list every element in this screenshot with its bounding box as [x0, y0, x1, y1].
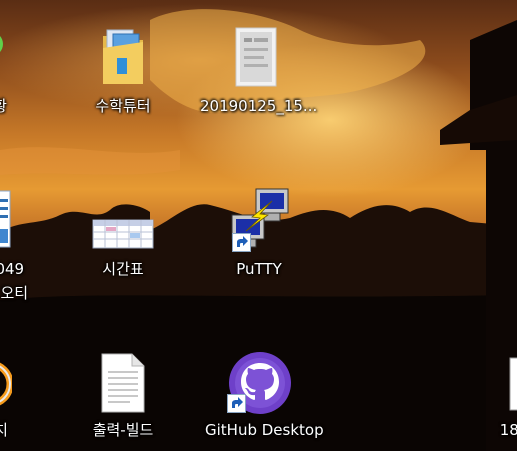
overwatch-icon: [0, 362, 12, 406]
desktop-icon-text-file[interactable]: 출력-빌드: [68, 350, 178, 450]
desktop-icon-file[interactable]: 181(: [462, 350, 517, 450]
desktop-icon-github[interactable]: GitHub Desktop: [205, 350, 324, 450]
icon-label: PuTTY: [236, 260, 282, 278]
file-icon: [509, 357, 517, 411]
desktop-icon-overwatch[interactable]: 치: [0, 350, 56, 450]
desktop-icon-image[interactable]: 20190125_15...: [200, 22, 318, 122]
desktop-icon-document[interactable]: 1049 학 오티: [0, 185, 60, 305]
shortcut-arrow-icon: [232, 233, 251, 252]
icon-label-line2: 학 오티: [0, 284, 29, 302]
icon-label: 황: [0, 96, 55, 116]
icon-label: GitHub Desktop: [205, 421, 324, 439]
desktop-icon-folder[interactable]: 수학튜터: [68, 22, 178, 122]
desktop-icon-putty[interactable]: PuTTY: [204, 185, 314, 285]
icon-label: 시간표: [102, 260, 144, 278]
icon-label: 치: [0, 421, 8, 439]
desktop-icon-app[interactable]: 황: [0, 22, 55, 122]
document-icon: [0, 190, 11, 248]
icon-label: 출력-빌드: [92, 421, 154, 439]
green-app-icon: [0, 36, 3, 52]
folder-icon: [103, 29, 143, 84]
icon-label: 181(: [499, 421, 517, 439]
spreadsheet-icon: [92, 219, 154, 249]
shortcut-arrow-icon: [227, 394, 246, 413]
icon-label: 20190125_15...: [200, 97, 318, 115]
icon-label: 수학튜터: [95, 97, 151, 115]
image-file-icon: [235, 27, 277, 87]
desktop[interactable]: 황 수학튜터 20190125_15...: [0, 0, 517, 451]
icon-label: 1049: [0, 260, 25, 278]
desktop-icon-spreadsheet[interactable]: 시간표: [68, 185, 178, 285]
text-file-icon: [101, 353, 145, 413]
